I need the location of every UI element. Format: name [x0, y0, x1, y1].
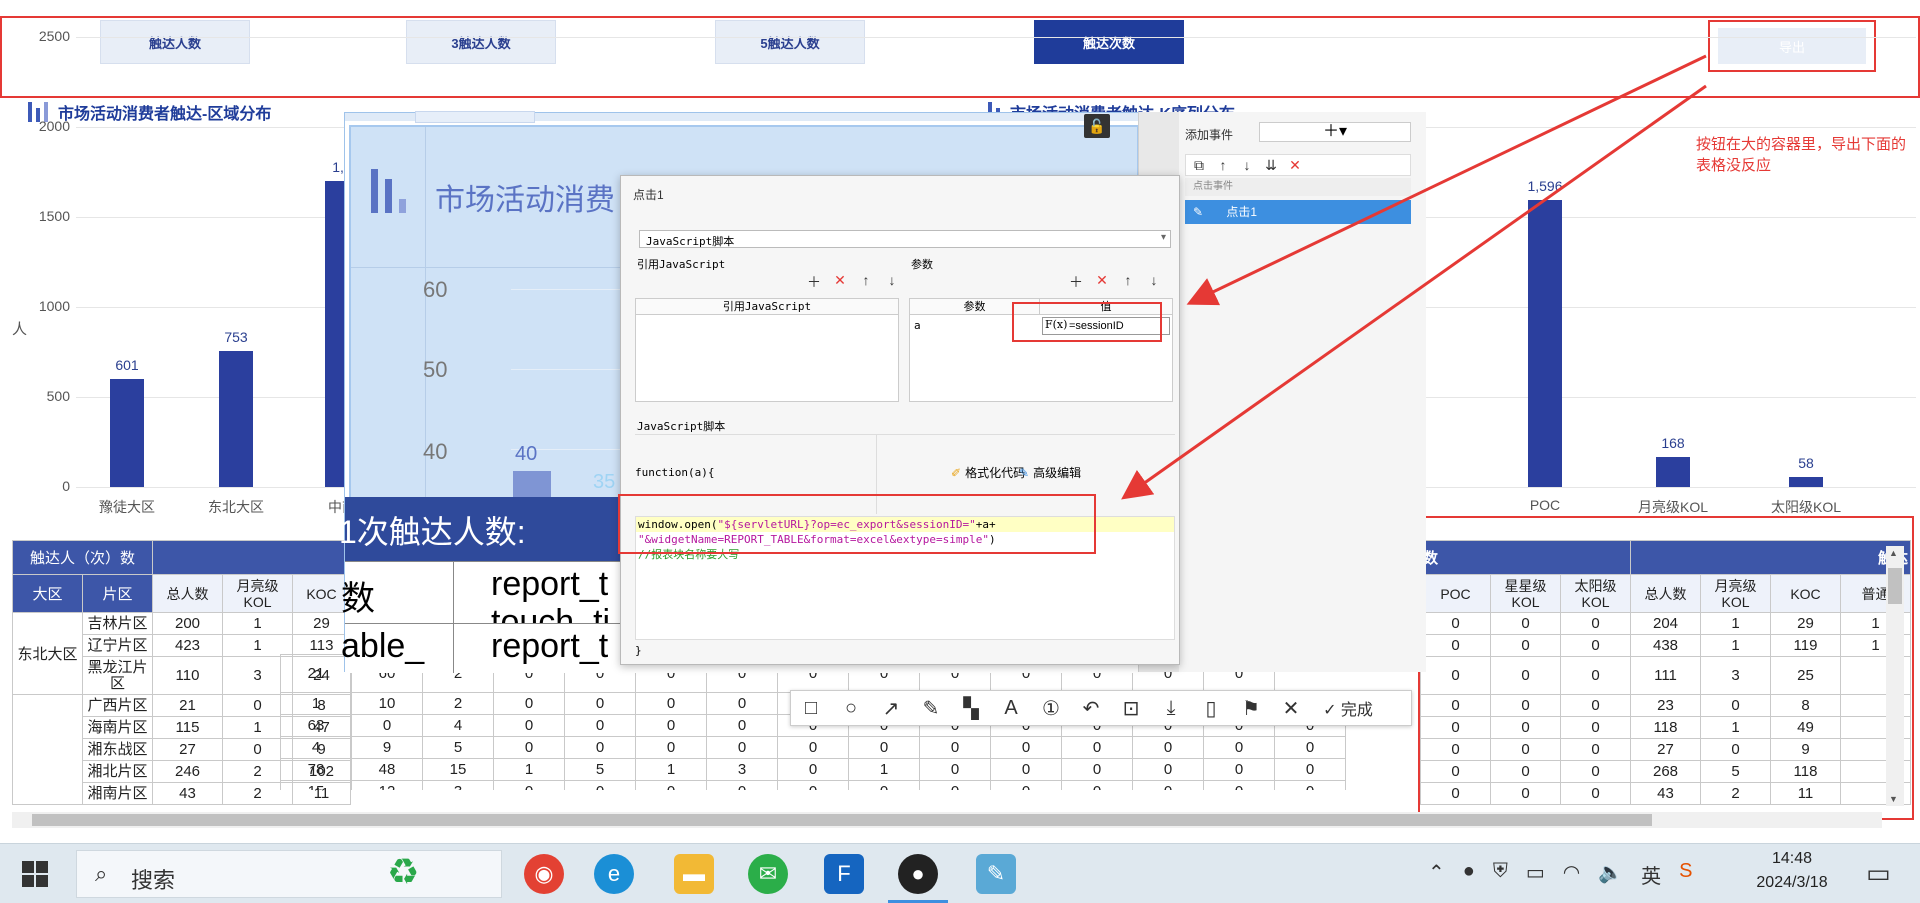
- wifi-icon[interactable]: ◠: [1563, 860, 1580, 889]
- bookmark-icon[interactable]: ⚑: [1231, 696, 1271, 721]
- system-tray: ⌃ ● ⛨ ▭ ◠ 🔈 英 S: [1428, 860, 1692, 889]
- download-icon[interactable]: ⤓: [1151, 697, 1191, 720]
- edge-icon[interactable]: e: [594, 854, 634, 894]
- number-icon[interactable]: ①: [1031, 696, 1071, 721]
- clock-date[interactable]: 2024/3/18: [1734, 874, 1850, 892]
- pen-icon[interactable]: ✎: [911, 696, 951, 721]
- volume-icon[interactable]: 🔈: [1598, 860, 1623, 889]
- chevron-up-icon[interactable]: ⌃: [1428, 860, 1445, 889]
- rectangle-icon[interactable]: □: [791, 697, 831, 720]
- finereport-icon[interactable]: F: [824, 854, 864, 894]
- notepad-icon[interactable]: ✎: [976, 854, 1016, 894]
- text-icon[interactable]: A: [991, 697, 1031, 720]
- security-icon[interactable]: ⛨: [1493, 860, 1508, 889]
- folder-icon[interactable]: ▬: [674, 854, 714, 894]
- wechat-icon[interactable]: ✉: [748, 854, 788, 894]
- screenshot-toolbar: □ ○ ↗ ✎ ▚ A ① ↶ ⊡ ⤓ ▯ ⚑ ✕ ✓ 完成: [790, 690, 1412, 726]
- circle-icon[interactable]: ○: [831, 697, 871, 720]
- recycle-icon: ♻: [387, 851, 420, 892]
- undo-icon[interactable]: ↶: [1071, 696, 1111, 721]
- ocr-icon[interactable]: ⊡: [1111, 696, 1151, 721]
- notification-icon[interactable]: ▭: [1866, 858, 1891, 889]
- ime-icon[interactable]: 英: [1641, 860, 1661, 889]
- taskbar: ⌕ 搜索 ♻ ◉ e ▬ ✉ F ● ✎ ⌃ ● ⛨ ▭ ◠ 🔈 英 S 14:…: [0, 843, 1920, 903]
- clock-time[interactable]: 14:48: [1742, 850, 1842, 868]
- sogou-icon[interactable]: S: [1679, 860, 1692, 889]
- qq-tray-icon[interactable]: ●: [1463, 860, 1475, 889]
- done-button[interactable]: ✓ 完成: [1311, 696, 1385, 720]
- arrow-icon[interactable]: ↗: [871, 696, 911, 721]
- annotation-arrows: [1121, 54, 1707, 500]
- windows-start-icon[interactable]: [22, 861, 48, 887]
- search-icon: ⌕: [95, 861, 108, 886]
- search-box[interactable]: ⌕ 搜索 ♻: [76, 850, 502, 898]
- battery-icon[interactable]: ▭: [1526, 860, 1545, 889]
- mosaic-icon[interactable]: ▚: [951, 696, 991, 721]
- close-icon[interactable]: ✕: [1271, 696, 1311, 721]
- chrome-icon[interactable]: ◉: [524, 854, 564, 894]
- qq-icon[interactable]: ●: [898, 854, 938, 894]
- screen: 触达人数 3触达人数 5触达人数 触达次数 导出 按钮在大的容器里，导出下面的表…: [0, 0, 1920, 903]
- phone-icon[interactable]: ▯: [1191, 696, 1231, 721]
